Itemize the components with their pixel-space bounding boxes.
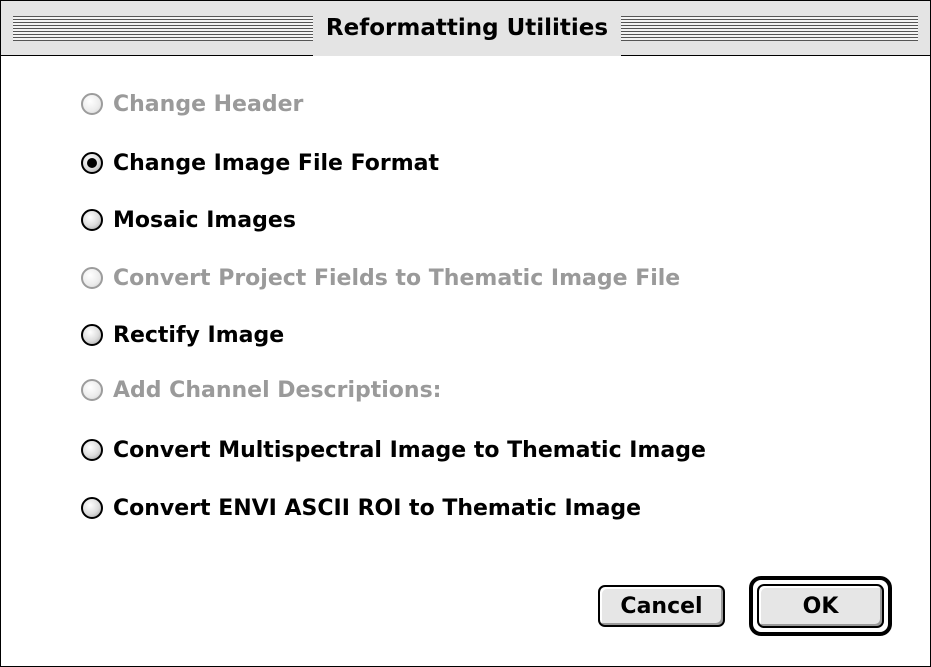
title-bar[interactable]: Reformatting Utilities — [1, 1, 930, 56]
option-label: Convert Project Fields to Thematic Image… — [113, 265, 681, 291]
option-convert-envi-ascii-roi[interactable]: Convert ENVI ASCII ROI to Thematic Image — [81, 488, 641, 528]
option-label[interactable]: Convert Multispectral Image to Thematic … — [113, 438, 706, 463]
option-label[interactable]: Convert ENVI ASCII ROI to Thematic Image — [113, 496, 641, 521]
radio-rectify-image[interactable] — [81, 324, 103, 346]
option-label[interactable]: Rectify Image — [113, 323, 284, 348]
reformatting-utilities-dialog: Reformatting Utilities Change Header Cha… — [0, 0, 931, 667]
option-label: Change Header — [113, 91, 304, 117]
radio-change-image-file-format[interactable] — [81, 152, 103, 174]
option-change-header: Change Header — [81, 84, 303, 124]
option-label[interactable]: Change Image File Format — [113, 151, 439, 176]
option-convert-project-fields: Convert Project Fields to Thematic Image… — [81, 258, 680, 298]
radio-add-channel-descriptions — [81, 379, 103, 401]
option-convert-multispectral[interactable]: Convert Multispectral Image to Thematic … — [81, 430, 706, 470]
option-label: Add Channel Descriptions: — [113, 377, 442, 403]
radio-convert-project-fields — [81, 267, 103, 289]
radio-convert-multispectral[interactable] — [81, 439, 103, 461]
option-rectify-image[interactable]: Rectify Image — [81, 315, 284, 355]
cancel-button[interactable]: Cancel — [598, 585, 725, 627]
radio-convert-envi-ascii-roi[interactable] — [81, 497, 103, 519]
title-bar-stripes-right — [621, 16, 918, 41]
radio-change-header — [81, 93, 103, 115]
option-label[interactable]: Mosaic Images — [113, 208, 296, 233]
radio-mosaic-images[interactable] — [81, 209, 103, 231]
ok-button[interactable]: OK — [757, 584, 884, 628]
option-change-image-file-format[interactable]: Change Image File Format — [81, 143, 439, 183]
option-mosaic-images[interactable]: Mosaic Images — [81, 200, 296, 240]
option-add-channel-descriptions: Add Channel Descriptions: — [81, 370, 441, 410]
window-title: Reformatting Utilities — [313, 1, 621, 56]
title-bar-stripes-left — [13, 16, 313, 41]
